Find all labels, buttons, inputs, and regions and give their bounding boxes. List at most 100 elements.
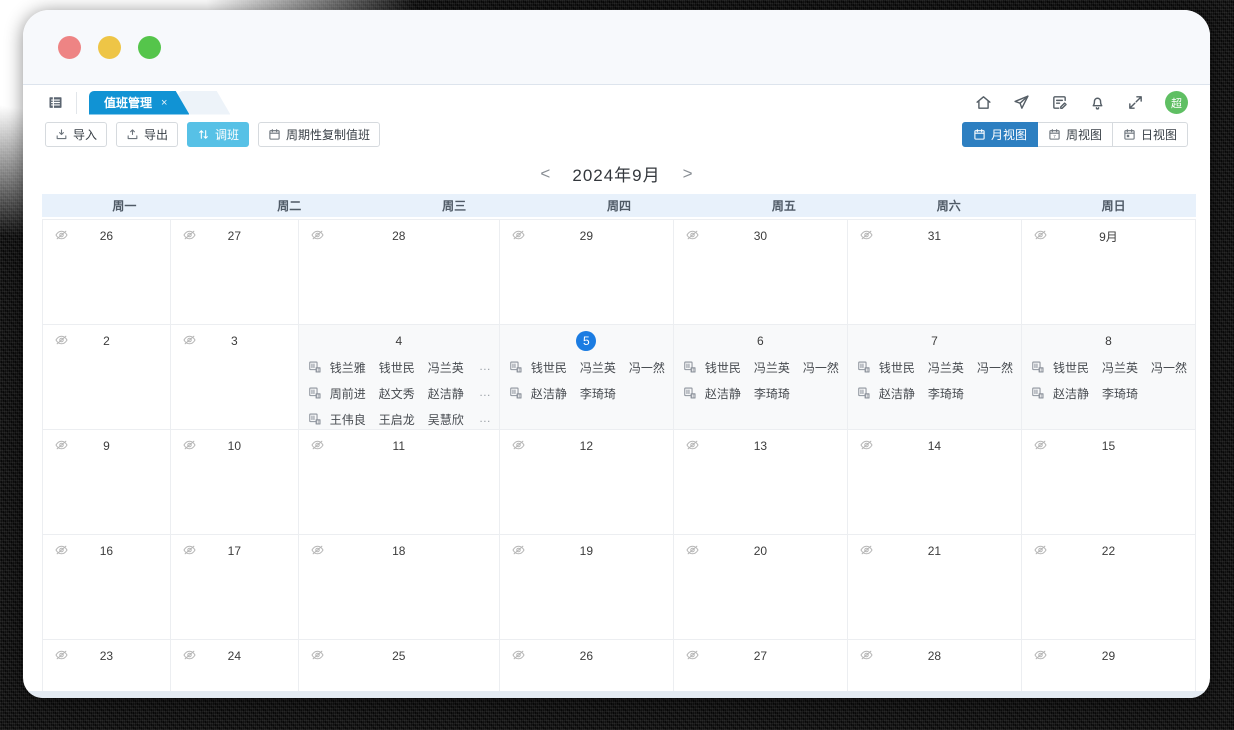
duty-entry[interactable]: 钱世民冯兰英冯一然 — [509, 354, 665, 380]
eye-off-icon[interactable] — [181, 543, 198, 557]
month-view-button[interactable]: 月视图 — [962, 122, 1038, 147]
calendar-day-cell[interactable]: 31 — [848, 220, 1022, 325]
calendar-day-cell[interactable]: 25 — [299, 640, 500, 698]
tab-duty-management[interactable]: 值班管理 × — [89, 91, 189, 115]
eye-off-icon[interactable] — [181, 228, 198, 242]
eye-off-icon[interactable] — [309, 648, 326, 662]
duty-entry[interactable]: 钱世民冯兰英冯一然 — [1031, 354, 1187, 380]
calendar-day-cell[interactable]: 24 — [171, 640, 299, 698]
duty-entry[interactable]: 赵洁静李琦琦 — [509, 380, 665, 406]
duty-entry[interactable]: 钱世民冯兰英冯一然 — [857, 354, 1013, 380]
eye-off-icon[interactable] — [510, 438, 527, 452]
calendar-day-cell[interactable]: 18 — [299, 535, 500, 640]
next-month-button[interactable]: > — [679, 163, 697, 184]
swap-shift-button[interactable]: 调班 — [187, 122, 249, 147]
tab-close-icon[interactable]: × — [161, 97, 167, 109]
calendar-day-cell[interactable]: 15 — [1022, 430, 1196, 535]
eye-off-icon[interactable] — [1032, 228, 1049, 242]
eye-off-icon[interactable] — [309, 543, 326, 557]
calendar-day-cell[interactable]: 7钱世民冯兰英冯一然赵洁静李琦琦 — [848, 325, 1022, 430]
calendar-day-cell[interactable]: 10 — [171, 430, 299, 535]
eye-off-icon[interactable] — [309, 228, 326, 242]
periodic-copy-button[interactable]: 周期性复制值班 — [258, 122, 380, 147]
sidebar-collapse-icon[interactable] — [47, 94, 64, 111]
eye-off-icon[interactable] — [53, 438, 70, 452]
send-icon[interactable] — [1013, 94, 1030, 111]
calendar-day-cell[interactable]: 4钱兰雅钱世民冯兰英…周前进赵文秀赵洁静…王伟良王启龙吴慧欣… — [299, 325, 500, 430]
calendar-day-cell[interactable]: 21 — [848, 535, 1022, 640]
eye-off-icon[interactable] — [181, 648, 198, 662]
eye-off-icon[interactable] — [309, 438, 326, 452]
home-icon[interactable] — [975, 94, 992, 111]
eye-off-icon[interactable] — [684, 543, 701, 557]
calendar-day-cell[interactable]: 17 — [171, 535, 299, 640]
export-icon — [126, 128, 139, 141]
calendar-day-cell[interactable]: 13 — [674, 430, 848, 535]
duty-entry[interactable]: 钱世民冯兰英冯一然 — [683, 354, 839, 380]
memo-icon[interactable] — [1051, 94, 1068, 111]
calendar-day-cell[interactable]: 12 — [500, 430, 674, 535]
duty-entry[interactable]: 赵洁静李琦琦 — [683, 380, 839, 406]
eye-off-icon[interactable] — [1032, 648, 1049, 662]
calendar-day-cell[interactable]: 26 — [500, 640, 674, 698]
duty-entry[interactable]: 王伟良王启龙吴慧欣… — [308, 406, 491, 432]
eye-off-icon[interactable] — [858, 228, 875, 242]
calendar-day-cell[interactable]: 11 — [299, 430, 500, 535]
calendar-day-cell[interactable]: 16 — [43, 535, 171, 640]
eye-off-icon[interactable] — [1032, 543, 1049, 557]
calendar-day-cell[interactable]: 8钱世民冯兰英冯一然赵洁静李琦琦 — [1022, 325, 1196, 430]
eye-off-icon[interactable] — [53, 543, 70, 557]
eye-off-icon[interactable] — [53, 333, 70, 347]
avatar[interactable]: 超 — [1165, 91, 1188, 114]
calendar-day-cell[interactable]: 29 — [1022, 640, 1196, 698]
maximize-window-button[interactable] — [138, 36, 161, 59]
import-button[interactable]: 导入 — [45, 122, 107, 147]
calendar-day-cell[interactable]: 27 — [674, 640, 848, 698]
eye-off-icon[interactable] — [1032, 438, 1049, 452]
calendar-day-cell[interactable]: 2 — [43, 325, 171, 430]
eye-off-icon[interactable] — [684, 648, 701, 662]
minimize-window-button[interactable] — [98, 36, 121, 59]
eye-off-icon[interactable] — [53, 648, 70, 662]
eye-off-icon[interactable] — [181, 333, 198, 347]
week-view-button[interactable]: 7 周视图 — [1037, 122, 1113, 147]
duty-group-icon — [1031, 386, 1045, 400]
calendar-day-cell[interactable]: 9 — [43, 430, 171, 535]
duty-entry[interactable]: 周前进赵文秀赵洁静… — [308, 380, 491, 406]
calendar-day-cell[interactable]: 28 — [848, 640, 1022, 698]
eye-off-icon[interactable] — [181, 438, 198, 452]
bell-icon[interactable] — [1089, 94, 1106, 111]
eye-off-icon[interactable] — [858, 648, 875, 662]
duty-entry[interactable]: 钱兰雅钱世民冯兰英… — [308, 354, 491, 380]
calendar-day-cell[interactable]: 23 — [43, 640, 171, 698]
expand-icon[interactable] — [1127, 94, 1144, 111]
date-label: 16 — [100, 544, 113, 558]
prev-month-button[interactable]: < — [536, 163, 554, 184]
calendar-day-cell[interactable]: 3 — [171, 325, 299, 430]
calendar-day-cell[interactable]: 14 — [848, 430, 1022, 535]
eye-off-icon[interactable] — [858, 543, 875, 557]
eye-off-icon[interactable] — [684, 438, 701, 452]
eye-off-icon[interactable] — [510, 543, 527, 557]
eye-off-icon[interactable] — [53, 228, 70, 242]
close-window-button[interactable] — [58, 36, 81, 59]
calendar-day-cell[interactable]: 20 — [674, 535, 848, 640]
calendar-day-cell[interactable]: 5钱世民冯兰英冯一然赵洁静李琦琦 — [500, 325, 674, 430]
eye-off-icon[interactable] — [510, 228, 527, 242]
export-button[interactable]: 导出 — [116, 122, 178, 147]
calendar-day-cell[interactable]: 26 — [43, 220, 171, 325]
duty-entry[interactable]: 赵洁静李琦琦 — [857, 380, 1013, 406]
calendar-day-cell[interactable]: 9月 — [1022, 220, 1196, 325]
calendar-day-cell[interactable]: 6钱世民冯兰英冯一然赵洁静李琦琦 — [674, 325, 848, 430]
calendar-day-cell[interactable]: 29 — [500, 220, 674, 325]
calendar-day-cell[interactable]: 28 — [299, 220, 500, 325]
day-view-button[interactable]: 日视图 — [1112, 122, 1188, 147]
calendar-day-cell[interactable]: 30 — [674, 220, 848, 325]
eye-off-icon[interactable] — [684, 228, 701, 242]
eye-off-icon[interactable] — [858, 438, 875, 452]
calendar-day-cell[interactable]: 22 — [1022, 535, 1196, 640]
calendar-day-cell[interactable]: 19 — [500, 535, 674, 640]
duty-entry[interactable]: 赵洁静李琦琦 — [1031, 380, 1187, 406]
calendar-day-cell[interactable]: 27 — [171, 220, 299, 325]
eye-off-icon[interactable] — [510, 648, 527, 662]
